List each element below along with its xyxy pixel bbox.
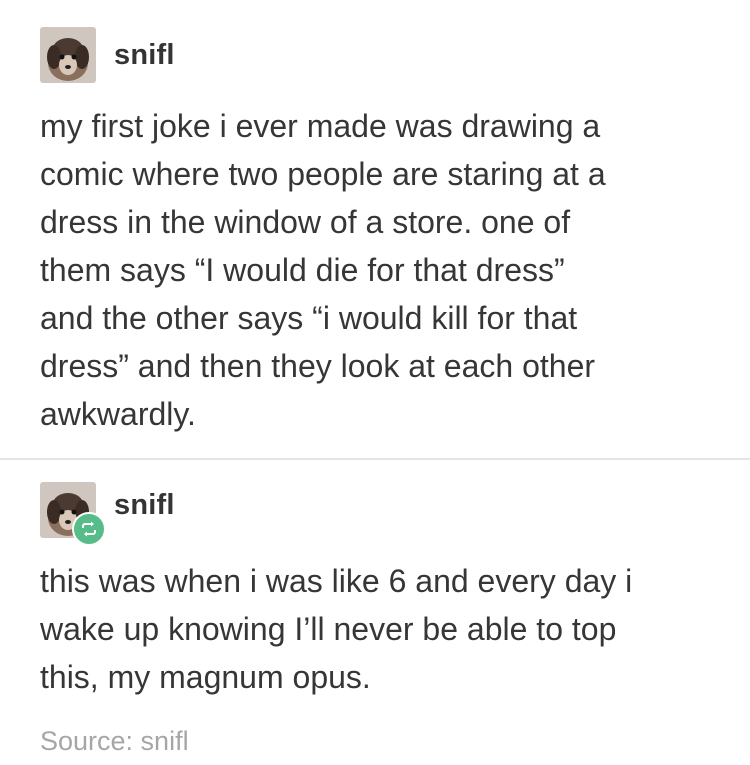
post-header: snifl	[40, 27, 175, 83]
source-link[interactable]: Source: snifl	[40, 726, 189, 757]
post-body-text: my first joke i ever made was drawing a …	[40, 108, 606, 432]
post-header: snifl	[40, 482, 175, 546]
reblog-icon	[72, 512, 106, 546]
post-divider	[0, 458, 750, 460]
username[interactable]: snifl	[114, 489, 175, 522]
avatar[interactable]	[40, 27, 96, 83]
post-body-text: this was when i was like 6 and every day…	[40, 563, 633, 695]
dog-avatar-icon	[40, 27, 96, 83]
avatar[interactable]	[40, 482, 106, 546]
username[interactable]: snifl	[114, 39, 175, 72]
